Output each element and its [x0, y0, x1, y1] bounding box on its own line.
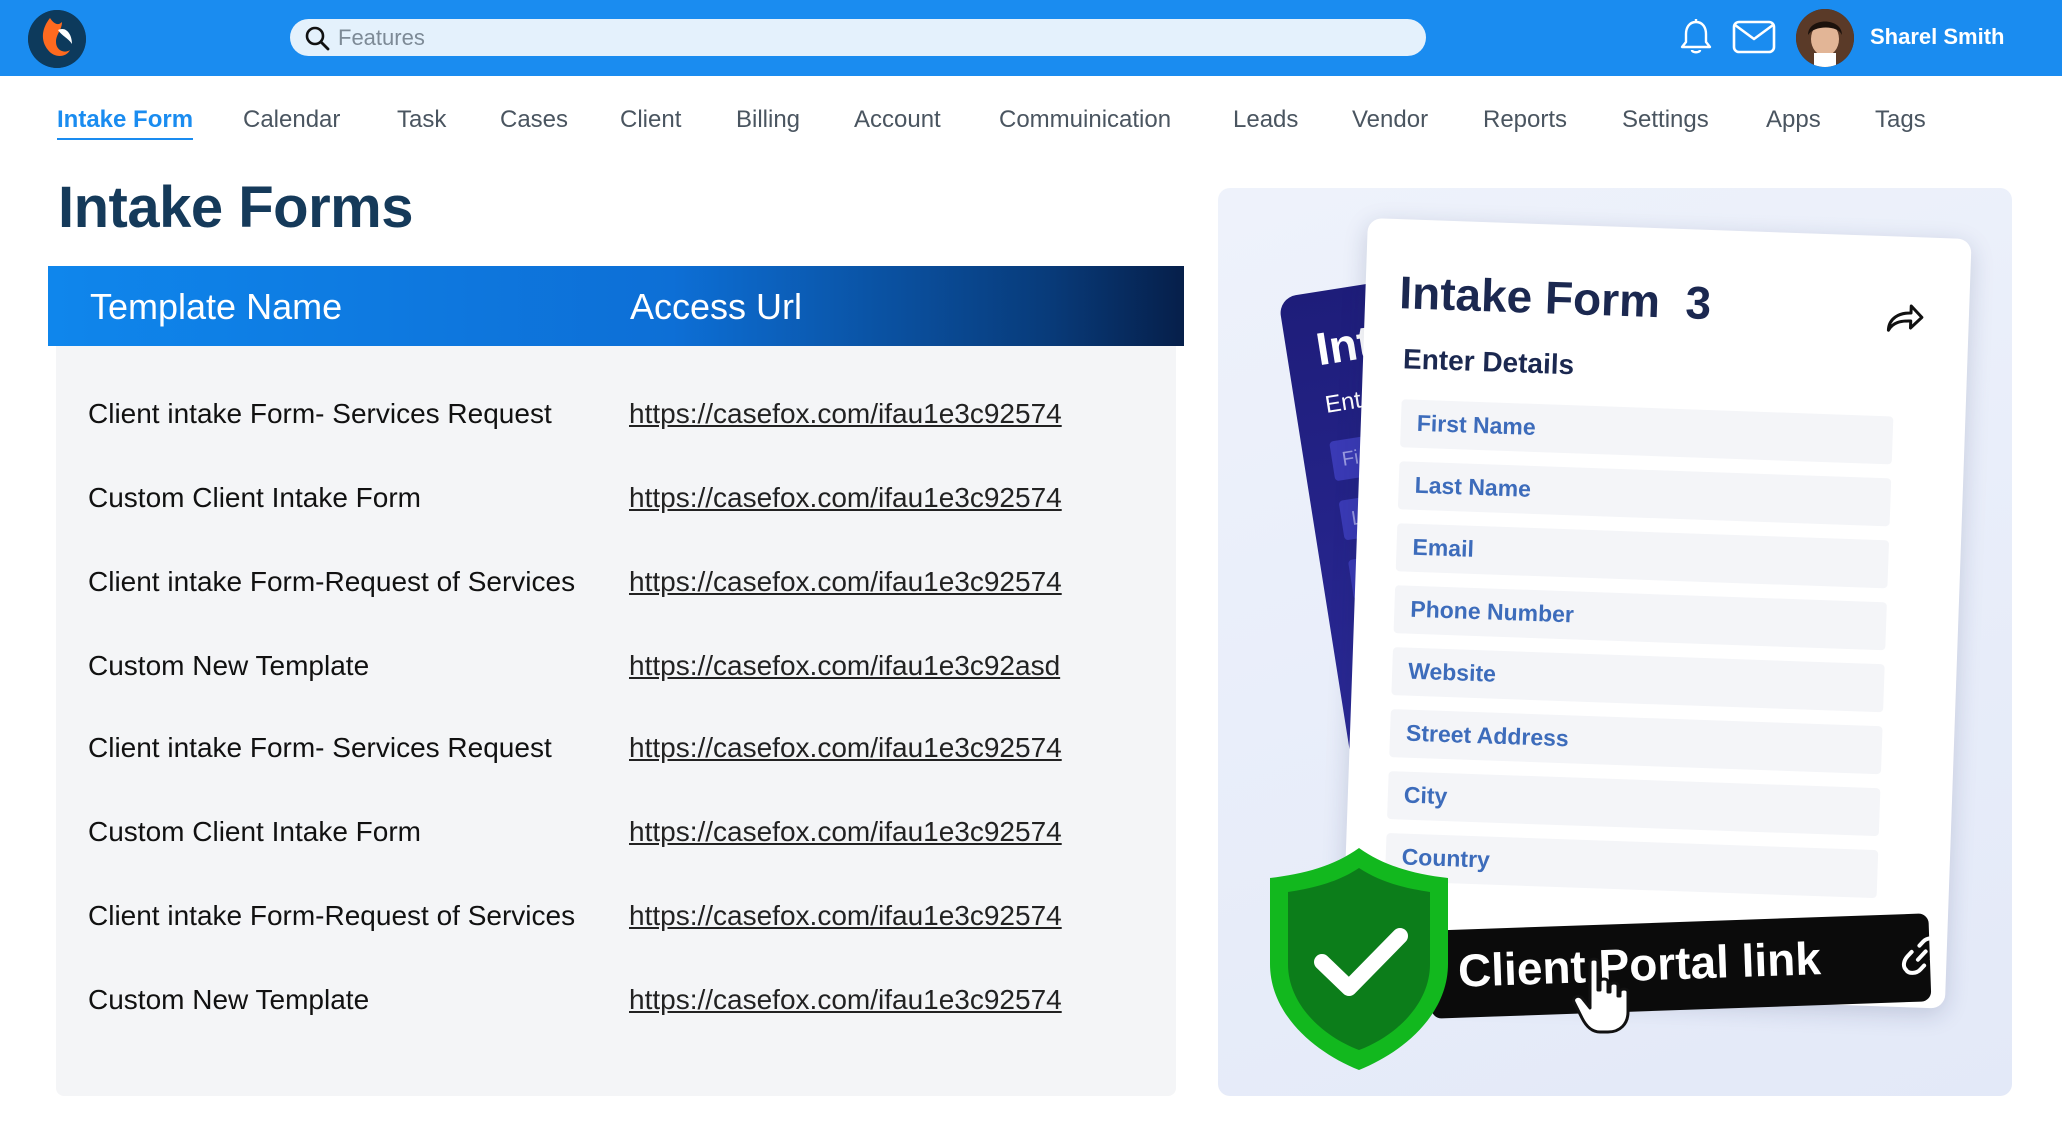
template-name: Custom New Template [88, 984, 370, 1015]
nav-item-vendor[interactable]: Vendor [1352, 106, 1428, 134]
column-header-template-name[interactable]: Template Name [90, 286, 342, 328]
share-icon[interactable] [1884, 302, 1925, 335]
access-url-link[interactable]: https://casefox.com/ifau1e3c92574 [629, 900, 1062, 932]
form-card-subtitle: Enter Details [1402, 343, 1575, 381]
website-field[interactable]: Website [1391, 647, 1885, 713]
street-address-field[interactable]: Street Address [1389, 709, 1883, 775]
nav-item-task[interactable]: Task [397, 106, 446, 134]
city-field[interactable]: City [1387, 771, 1881, 837]
page-title: Intake Forms [58, 175, 414, 240]
template-name: Client intake Form-Request of Services [88, 566, 576, 597]
client-portal-link-button[interactable]: Client Portal link [1428, 913, 1942, 1019]
intake-form-illustration: Inta Ente Fi L Intake Form 3 Enter Detai… [1218, 188, 2012, 1096]
access-url-link[interactable]: https://casefox.com/ifau1e3c92asd [629, 650, 1060, 682]
template-name: Custom Client Intake Form [88, 482, 421, 513]
first-name-field[interactable]: First Name [1400, 399, 1894, 465]
access-url-link[interactable]: https://casefox.com/ifau1e3c92574 [629, 732, 1062, 764]
nav-item-settings[interactable]: Settings [1622, 106, 1709, 134]
table-row: Custom New Template https://casefox.com/… [56, 650, 1176, 710]
logo-icon[interactable] [28, 10, 86, 68]
template-name: Custom New Template [88, 650, 370, 681]
table-row: Custom Client Intake Form https://casefo… [56, 482, 1176, 542]
search-input[interactable] [338, 23, 1398, 52]
table-row: Client intake Form- Services Request htt… [56, 732, 1176, 792]
country-field[interactable]: Country [1384, 833, 1879, 899]
access-url-link[interactable]: https://casefox.com/ifau1e3c92574 [629, 816, 1062, 848]
table-row: Client intake Form- Services Request htt… [56, 398, 1176, 458]
search-bar[interactable] [290, 19, 1426, 56]
nav-item-communication[interactable]: Commuinication [999, 106, 1171, 134]
nav-item-tags[interactable]: Tags [1875, 106, 1926, 134]
avatar[interactable] [1796, 9, 1854, 67]
bell-icon[interactable] [1679, 18, 1713, 56]
templates-table: Client intake Form- Services Request htt… [56, 290, 1176, 1096]
nav-item-intake-form[interactable]: Intake Form [57, 106, 194, 140]
nav-item-calendar[interactable]: Calendar [243, 106, 340, 134]
user-name[interactable]: Sharel Smith [1870, 24, 2004, 50]
table-row: Custom New Template https://casefox.com/… [56, 984, 1176, 1044]
pointer-hand-icon [1572, 957, 1630, 1034]
search-icon [305, 26, 330, 51]
nav-item-leads[interactable]: Leads [1233, 106, 1298, 134]
form-card-title: Intake Form 3 [1398, 266, 1713, 330]
shield-check-icon [1270, 848, 1448, 1070]
table-header: Template Name Access Url [48, 266, 1184, 346]
template-name: Client intake Form- Services Request [88, 732, 552, 763]
link-icon [1901, 936, 1942, 975]
table-row: Client intake Form-Request of Services h… [56, 900, 1176, 960]
nav-item-cases[interactable]: Cases [500, 106, 568, 134]
template-name: Client intake Form- Services Request [88, 398, 552, 429]
column-header-access-url[interactable]: Access Url [630, 286, 802, 328]
table-row: Client intake Form-Request of Services h… [56, 566, 1176, 626]
template-name: Client intake Form-Request of Services [88, 900, 576, 931]
phone-number-field[interactable]: Phone Number [1393, 585, 1887, 651]
nav-item-reports[interactable]: Reports [1483, 106, 1567, 134]
nav-item-billing[interactable]: Billing [736, 106, 800, 134]
main-nav: Intake Form Calendar Task Cases Client B… [0, 100, 2062, 144]
access-url-link[interactable]: https://casefox.com/ifau1e3c92574 [629, 984, 1062, 1016]
top-bar: Sharel Smith [0, 0, 2062, 76]
access-url-link[interactable]: https://casefox.com/ifau1e3c92574 [629, 482, 1062, 514]
template-name: Custom Client Intake Form [88, 816, 421, 847]
last-name-field[interactable]: Last Name [1397, 461, 1892, 527]
email-field[interactable]: Email [1395, 523, 1890, 589]
access-url-link[interactable]: https://casefox.com/ifau1e3c92574 [629, 566, 1062, 598]
table-row: Custom Client Intake Form https://casefo… [56, 816, 1176, 876]
access-url-link[interactable]: https://casefox.com/ifau1e3c92574 [629, 398, 1062, 430]
nav-item-account[interactable]: Account [854, 106, 941, 134]
nav-item-apps[interactable]: Apps [1766, 106, 1821, 134]
mail-icon[interactable] [1732, 20, 1776, 54]
client-portal-link-label: Client Portal link [1457, 932, 1822, 997]
nav-item-client[interactable]: Client [620, 106, 681, 134]
